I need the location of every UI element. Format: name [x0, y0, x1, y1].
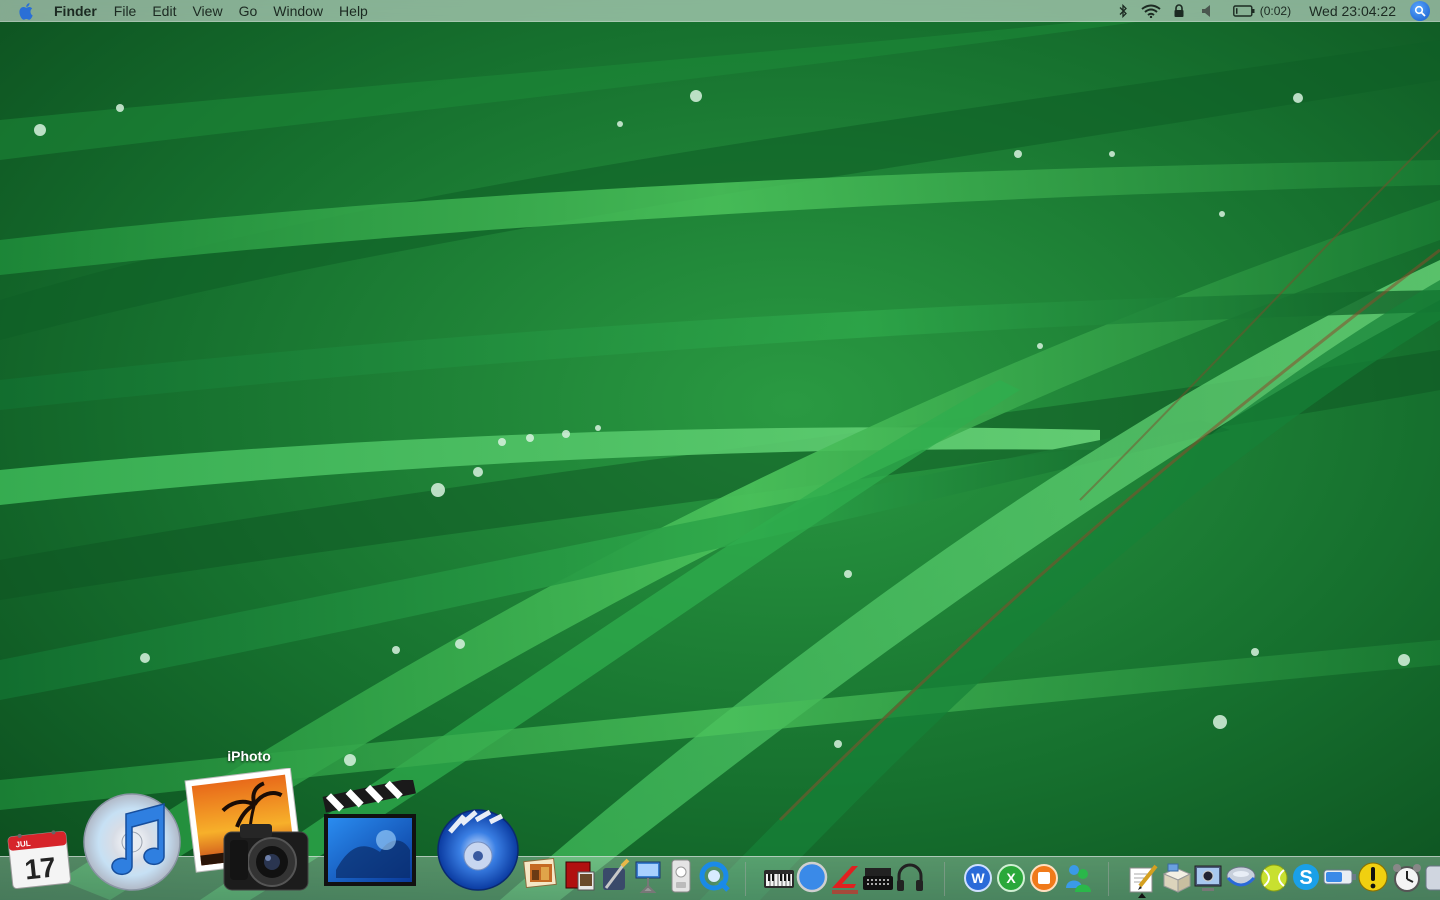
- imovie-icon: [322, 780, 416, 886]
- dock-battery-app[interactable]: [1322, 864, 1358, 892]
- volume-icon[interactable]: [1196, 0, 1218, 22]
- tennis-ball-icon: [1260, 864, 1288, 892]
- battery-app-icon: [1323, 869, 1356, 885]
- dock-messenger[interactable]: [1062, 860, 1094, 894]
- app-menu-finder[interactable]: Finder: [54, 0, 106, 22]
- desktop-wallpaper: [0, 0, 1440, 900]
- podium-icon: [635, 861, 661, 893]
- menu-file[interactable]: File: [106, 0, 145, 22]
- dock-garageband[interactable]: [762, 862, 796, 894]
- battery-time-remaining: (0:02): [1259, 3, 1292, 18]
- pen-and-paper-icon: [1129, 864, 1158, 893]
- calendar-icon: JUL 17: [7, 830, 71, 889]
- menu-help[interactable]: Help: [331, 0, 376, 22]
- dock-disk-utility[interactable]: [1224, 862, 1258, 894]
- dock-photo-booth[interactable]: [522, 854, 560, 892]
- spotlight-icon[interactable]: [1410, 0, 1430, 21]
- exclamation-icon: [1358, 862, 1388, 892]
- skype-icon: S: [1293, 864, 1319, 890]
- typewriter-icon: [863, 868, 893, 890]
- dock-powerpoint[interactable]: [1028, 862, 1060, 894]
- alarm-clock-icon: [1393, 864, 1421, 892]
- calendar-month: JUL: [15, 839, 31, 850]
- menu-view[interactable]: View: [184, 0, 230, 22]
- dock-next-item[interactable]: [1424, 862, 1440, 894]
- menu-edit[interactable]: Edit: [144, 0, 184, 22]
- battery-icon: [1232, 4, 1255, 17]
- excel-icon: X: [997, 864, 1025, 892]
- dock-safari[interactable]: [796, 860, 828, 894]
- svg-text:X: X: [1006, 870, 1016, 886]
- remote-icon: [671, 859, 691, 893]
- apple-menu-icon[interactable]: [18, 2, 36, 20]
- headphones-icon: [897, 863, 923, 891]
- menu-clock[interactable]: Wed 23:04:22: [1309, 3, 1396, 19]
- svg-text:S: S: [1299, 867, 1312, 889]
- dock-alarm-clock[interactable]: [1390, 860, 1424, 896]
- partial-app-icon: [1425, 865, 1440, 891]
- calendar-day: 17: [23, 851, 57, 885]
- dock-audio-app[interactable]: [894, 860, 926, 894]
- dock-excel[interactable]: X: [995, 862, 1027, 894]
- menu-bar: Finder File Edit View Go Window Help (0:…: [0, 0, 1440, 22]
- compass-icon: [796, 861, 828, 893]
- dock-iphoto[interactable]: [184, 768, 316, 894]
- dock-growl-alert[interactable]: [1356, 860, 1390, 894]
- battery-status[interactable]: (0:02): [1232, 3, 1292, 18]
- dock-tooltip-iphoto: iPhoto: [227, 748, 271, 764]
- messenger-buddies-icon: [1066, 865, 1091, 892]
- boxes-icon: [1162, 863, 1192, 893]
- dock-imovie[interactable]: [316, 780, 428, 892]
- dock-word[interactable]: W: [962, 862, 994, 894]
- paintbrush-icon: [603, 858, 630, 890]
- dock-script-editor[interactable]: [1126, 860, 1160, 894]
- dock-photo-viewer[interactable]: [562, 858, 598, 894]
- svg-text:W: W: [971, 870, 985, 886]
- menu-extras: (0:02) Wed 23:04:22: [1109, 0, 1440, 22]
- quicktime-icon: [699, 861, 730, 892]
- keyboard-icon: [764, 870, 794, 888]
- dock-itunes[interactable]: [78, 786, 186, 894]
- dock-davia[interactable]: [828, 860, 862, 898]
- dock-idvd[interactable]: [436, 806, 520, 892]
- itunes-icon: [83, 793, 181, 891]
- dock-quicktime[interactable]: [698, 860, 732, 894]
- running-indicator: [1138, 893, 1146, 898]
- dock-photo-scanner[interactable]: [1192, 860, 1224, 894]
- lock-icon[interactable]: [1168, 0, 1190, 22]
- monitor-camera-icon: [1194, 865, 1222, 891]
- dock-separator: [745, 862, 746, 896]
- grass-wallpaper-image: [0, 0, 1440, 900]
- dock-archive-utility[interactable]: [1160, 860, 1194, 894]
- iphoto-icon: [184, 768, 309, 891]
- idvd-icon: [437, 809, 519, 891]
- dock-ical[interactable]: JUL 17: [6, 824, 72, 890]
- powerpoint-icon: [1030, 864, 1058, 892]
- dock-tennis-app[interactable]: [1258, 862, 1290, 894]
- bluetooth-icon[interactable]: [1112, 0, 1134, 22]
- menu-window[interactable]: Window: [265, 0, 331, 22]
- dock-dvd-player[interactable]: [666, 858, 696, 894]
- dock-skype[interactable]: S: [1290, 860, 1322, 894]
- dock-keynote[interactable]: [632, 858, 664, 894]
- dock-brushes[interactable]: [598, 858, 632, 894]
- davia-logo-icon: [832, 866, 858, 894]
- dock-separator: [1108, 862, 1109, 896]
- photo-frame-icon: [565, 861, 595, 891]
- dock-network-utility[interactable]: [862, 862, 894, 894]
- drive-icon: [1226, 866, 1256, 887]
- photo-stack-icon: [523, 857, 557, 889]
- wifi-icon[interactable]: [1140, 0, 1162, 22]
- dock-separator: [944, 862, 945, 896]
- menu-go[interactable]: Go: [231, 0, 266, 22]
- word-icon: W: [964, 864, 992, 892]
